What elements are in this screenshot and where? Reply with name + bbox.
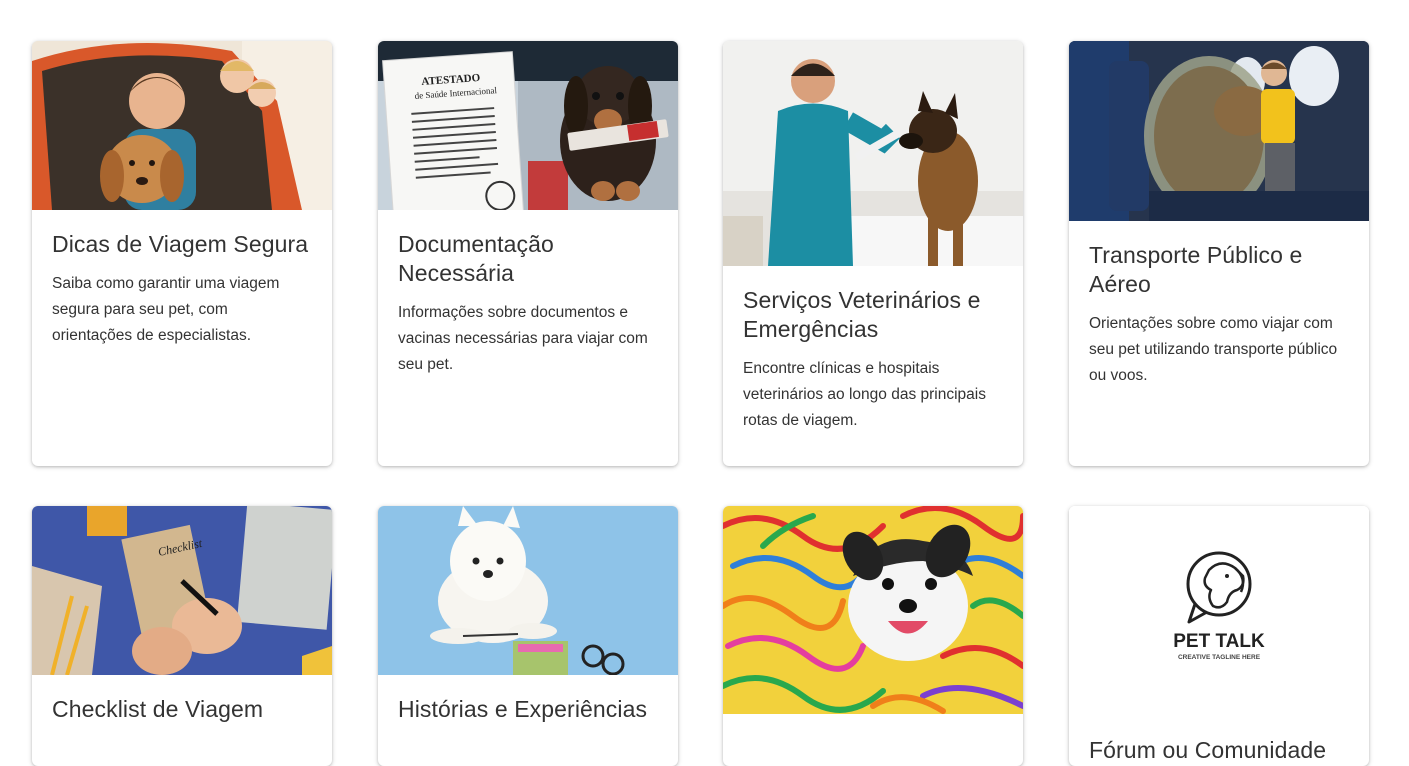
logo-tagline: CREATIVE TAGLINE HERE (1178, 654, 1261, 661)
pet-talk-logo: PET TALK CREATIVE TAGLINE HERE (1069, 506, 1369, 716)
card-description: Informações sobre documentos e vacinas n… (398, 304, 648, 373)
dog-in-car-image (32, 41, 332, 210)
pet-talk-logo-image: PET TALK CREATIVE TAGLINE HERE (1069, 506, 1369, 716)
dog-with-certificate-image: ATESTADO de Saúde Internacional (378, 41, 678, 210)
card-description: Encontre clínicas e hospitais veterinári… (743, 360, 986, 429)
card-checklist[interactable]: Checklist Checklist de Viagem (32, 506, 332, 766)
card-title: Serviços Veterinários e Emergências (743, 287, 981, 342)
card-title: Histórias e Experiências (398, 696, 648, 722)
card-historias[interactable]: Histórias e Experiências (378, 506, 678, 766)
card-dicas-viagem[interactable]: Dicas de Viagem Segura Saiba como garant… (32, 41, 332, 466)
card-title: Checklist de Viagem (52, 696, 264, 722)
card-description: Saiba como garantir uma viagem segura pa… (52, 275, 280, 344)
dog-on-airplane-image (1069, 41, 1369, 221)
white-dog-on-blue-image (378, 506, 678, 675)
logo-name: PET TALK (1173, 631, 1265, 652)
card-transporte[interactable]: Transporte Público e Aéreo Orientações s… (1069, 41, 1369, 466)
card-title: Transporte Público e Aéreo (1089, 242, 1303, 297)
card-title: Fórum ou Comunidade (1089, 737, 1327, 763)
card-description: Orientações sobre como viajar com seu pe… (1089, 315, 1338, 384)
card-title: Dicas de Viagem Segura (52, 231, 309, 257)
dog-in-streamers-image (723, 506, 1023, 714)
veterinarian-with-dog-image (723, 41, 1023, 266)
card-documentacao[interactable]: ATESTADO de Saúde Internacional Document… (378, 41, 678, 466)
card-veterinarios[interactable]: Serviços Veterinários e Emergências Enco… (723, 41, 1023, 466)
card-forum[interactable]: PET TALK CREATIVE TAGLINE HERE Fórum ou … (1069, 506, 1369, 766)
card-streamers[interactable] (723, 506, 1023, 766)
card-title: Documentação Necessária (398, 231, 554, 286)
checklist-notepad-image: Checklist (32, 506, 332, 675)
